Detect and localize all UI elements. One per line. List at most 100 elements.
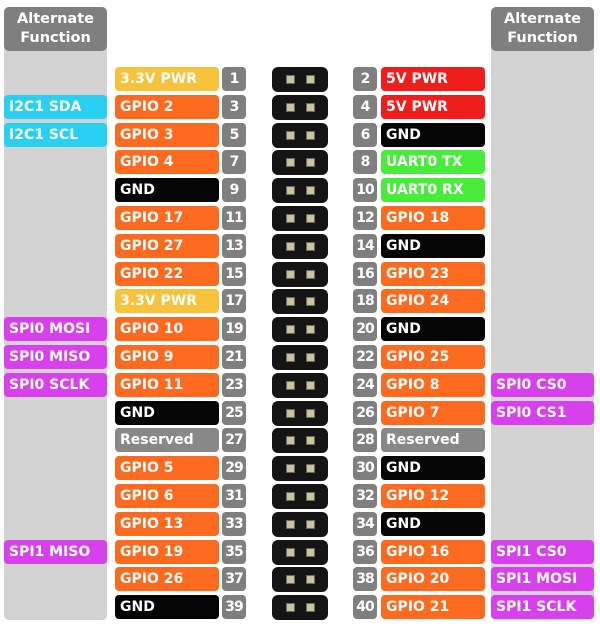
header-pin (286, 158, 295, 167)
header-pin (286, 270, 295, 279)
pin-number: 7 (222, 150, 246, 174)
header-pin-pair (272, 67, 328, 92)
alt-function-label: I2C1 SCL (4, 123, 107, 147)
pin-function-label: GPIO 17 (115, 206, 219, 230)
header-pin (306, 492, 315, 501)
header-pin (286, 325, 295, 334)
header-pin (306, 548, 315, 557)
header-pin-pair (272, 234, 328, 259)
header-pin (286, 409, 295, 418)
header-pin (306, 214, 315, 223)
pin-function-label: GPIO 9 (115, 345, 219, 369)
header-pin (306, 270, 315, 279)
pin-number: 24 (353, 373, 377, 397)
pin-number: 30 (353, 456, 377, 480)
alt-header-line-1: Alternate (17, 11, 94, 27)
pin-function-label: GPIO 22 (115, 262, 219, 286)
pin-number: 10 (353, 178, 377, 202)
alt-function-label: SPI0 SCLK (4, 373, 107, 397)
pin-function-label: GPIO 20 (381, 567, 485, 591)
header-pin-pair (272, 456, 328, 481)
pin-number: 3 (222, 95, 246, 119)
pin-function-label: 3.3V PWR (115, 67, 219, 91)
header-pin (306, 325, 315, 334)
header-pin (306, 353, 315, 362)
pin-function-label: GPIO 19 (115, 540, 219, 564)
header-pin-pair (272, 206, 328, 231)
pin-number: 23 (222, 373, 246, 397)
alt-function-label: I2C1 SDA (4, 95, 107, 119)
pin-number: 11 (222, 206, 246, 230)
pin-number: 33 (222, 512, 246, 536)
header-pin-pair (272, 317, 328, 342)
pin-number: 27 (222, 428, 246, 452)
pin-number: 6 (353, 123, 377, 147)
pin-number: 12 (353, 206, 377, 230)
header-pin (306, 603, 315, 612)
header-pin (286, 103, 295, 112)
header-pin (286, 520, 295, 529)
pin-number: 31 (222, 484, 246, 508)
header-pin-pair (272, 428, 328, 453)
pin-number: 1 (222, 67, 246, 91)
pin-number: 29 (222, 456, 246, 480)
pin-function-label: GPIO 16 (381, 540, 485, 564)
header-pin-pair (272, 95, 328, 120)
pin-function-label: GPIO 21 (381, 595, 485, 619)
pin-function-label: GND (381, 234, 485, 258)
pin-function-label: UART0 RX (381, 178, 485, 202)
header-pin (306, 186, 315, 195)
pin-function-label: GPIO 13 (115, 512, 219, 536)
pin-number: 4 (353, 95, 377, 119)
pin-function-label: GPIO 5 (115, 456, 219, 480)
header-pin-pair (272, 401, 328, 426)
pin-function-label: GPIO 12 (381, 484, 485, 508)
header-pin-pair (272, 595, 328, 620)
pin-function-label: 5V PWR (381, 95, 485, 119)
pin-number: 18 (353, 289, 377, 313)
header-pin-pair (272, 512, 328, 537)
header-pin-pair (272, 345, 328, 370)
header-pin (286, 548, 295, 557)
pin-function-label: GPIO 25 (381, 345, 485, 369)
header-pin (286, 381, 295, 390)
header-pin (306, 575, 315, 584)
pin-function-label: 5V PWR (381, 67, 485, 91)
header-pin (286, 464, 295, 473)
pin-function-label: GPIO 23 (381, 262, 485, 286)
pin-function-label: UART0 TX (381, 150, 485, 174)
pin-function-label: Reserved (381, 428, 485, 452)
pin-function-label: GND (381, 317, 485, 341)
pin-function-label: GPIO 10 (115, 317, 219, 341)
pin-number: 34 (353, 512, 377, 536)
header-pin (306, 131, 315, 140)
pin-function-label: Reserved (115, 428, 219, 452)
left-alternate-function-header: Alternate Function (4, 7, 107, 51)
pin-number: 2 (353, 67, 377, 91)
alt-function-label: SPI0 CS1 (491, 401, 594, 425)
header-pin (286, 492, 295, 501)
header-pin-pair (272, 262, 328, 287)
header-pin-pair (272, 484, 328, 509)
pin-function-label: GND (115, 595, 219, 619)
pin-number: 35 (222, 540, 246, 564)
pin-function-label: GPIO 2 (115, 95, 219, 119)
pin-function-label: GPIO 7 (381, 401, 485, 425)
pin-number: 9 (222, 178, 246, 202)
header-pin (306, 381, 315, 390)
alt-function-label: SPI0 MOSI (4, 317, 107, 341)
pin-number: 17 (222, 289, 246, 313)
pin-number: 32 (353, 484, 377, 508)
pin-function-label: GPIO 24 (381, 289, 485, 313)
pin-number: 16 (353, 262, 377, 286)
pin-function-label: GPIO 27 (115, 234, 219, 258)
alt-function-label: SPI1 MOSI (491, 567, 594, 591)
pin-function-label: GPIO 18 (381, 206, 485, 230)
pin-number: 22 (353, 345, 377, 369)
pin-number: 13 (222, 234, 246, 258)
pin-number: 8 (353, 150, 377, 174)
pin-number: 26 (353, 401, 377, 425)
header-pin (306, 103, 315, 112)
header-pin (286, 575, 295, 584)
pin-number: 36 (353, 540, 377, 564)
